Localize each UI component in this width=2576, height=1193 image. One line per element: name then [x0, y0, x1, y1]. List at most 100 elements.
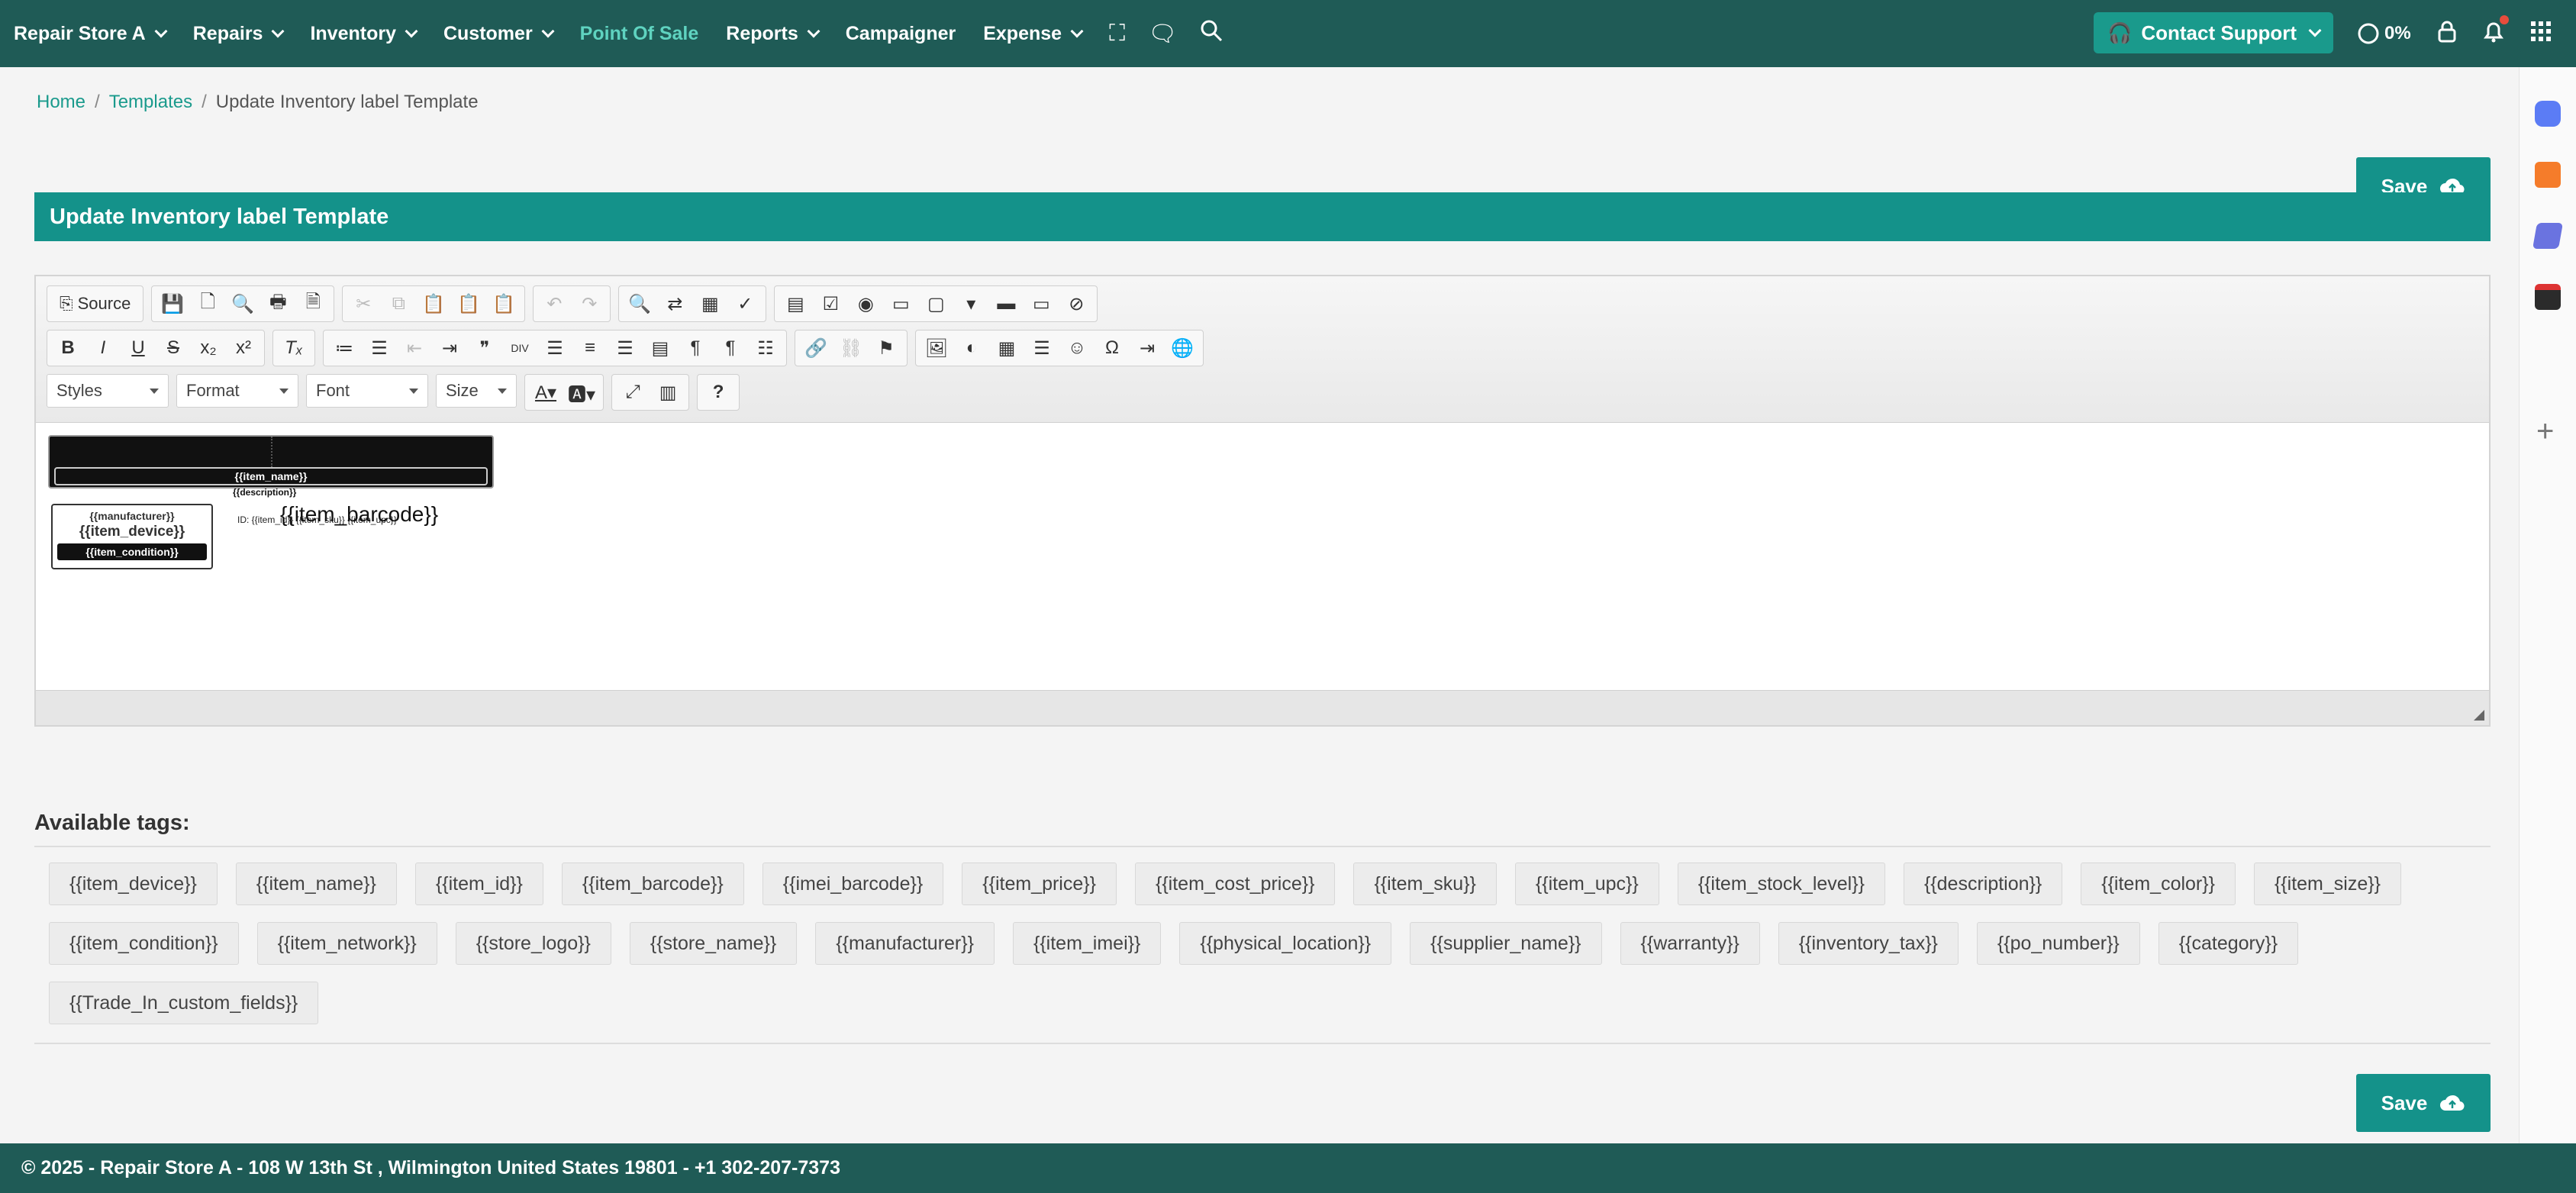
bold-icon[interactable]: B [52, 333, 84, 363]
tag-chip[interactable]: {{item_upc}} [1514, 863, 1659, 905]
tag-chip[interactable]: {{store_logo}} [455, 922, 611, 965]
table-icon[interactable]: ▦ [991, 333, 1023, 363]
numbered-list-icon[interactable]: ≔ [328, 333, 360, 363]
bulleted-list-icon[interactable]: ☰ [363, 333, 395, 363]
tag-chip[interactable]: {{item_name}} [235, 863, 397, 905]
textarea-icon[interactable]: ▢ [920, 289, 952, 319]
resize-handle-icon[interactable] [2474, 710, 2484, 721]
lock-icon[interactable] [2437, 20, 2457, 48]
tag-chip[interactable]: {{imei_barcode}} [762, 863, 944, 905]
layers-icon[interactable] [2532, 223, 2563, 249]
print-icon[interactable]: 🖶 [262, 289, 294, 319]
maximize-icon[interactable]: ⤢ [617, 377, 649, 408]
special-char-icon[interactable]: Ω [1096, 333, 1128, 363]
remove-format-icon[interactable]: Tₓ [278, 333, 310, 363]
justify-icon[interactable]: ▤ [644, 333, 676, 363]
bg-color-icon[interactable]: 🅰▾ [565, 377, 598, 408]
progress-indicator[interactable]: 0% [2357, 22, 2411, 45]
align-right-icon[interactable]: ☰ [609, 333, 641, 363]
paste-icon[interactable]: 📋 [418, 289, 450, 319]
nav-repairs[interactable]: Repairs [193, 23, 285, 45]
breadcrumb-home[interactable]: Home [37, 92, 85, 113]
tag-chip[interactable]: {{manufacturer}} [815, 922, 995, 965]
strikethrough-icon[interactable]: S [157, 333, 189, 363]
new-page-icon[interactable]: 🗋 [192, 289, 224, 319]
tag-chip[interactable]: {{category}} [2158, 922, 2299, 965]
checkbox-icon[interactable]: ☑ [814, 289, 846, 319]
tag-chip[interactable]: {{store_name}} [629, 922, 798, 965]
templates-icon[interactable]: 🗎 [297, 289, 329, 319]
notifications-bell-icon[interactable] [2483, 15, 2509, 48]
format-combo[interactable]: Format [176, 374, 298, 408]
paste-text-icon[interactable]: 📋 [453, 289, 485, 319]
undo-icon[interactable]: ↶ [538, 289, 570, 319]
tag-chip[interactable]: {{item_id}} [414, 863, 543, 905]
tag-chip[interactable]: {{item_cost_price}} [1134, 863, 1336, 905]
search-icon[interactable] [1200, 19, 1223, 48]
rtl-icon[interactable]: ¶ [714, 333, 746, 363]
save-doc-icon[interactable]: 💾 [156, 289, 189, 319]
tag-chip[interactable]: {{warranty}} [1620, 922, 1760, 965]
image-button-icon[interactable]: ▭ [1025, 289, 1057, 319]
indent-icon[interactable]: ⇥ [434, 333, 466, 363]
spellcheck-icon[interactable]: ✓ [729, 289, 761, 319]
tag-chip[interactable]: {{supplier_name}} [1410, 922, 1602, 965]
save-button-bottom[interactable]: Save [2356, 1074, 2491, 1132]
replace-icon[interactable]: ⇄ [659, 289, 691, 319]
radio-icon[interactable]: ◉ [850, 289, 882, 319]
size-combo[interactable]: Size [436, 374, 517, 408]
flash-icon[interactable]: ◐ [956, 333, 988, 363]
wallet-icon[interactable] [2535, 284, 2561, 310]
image-icon[interactable]: 🖼 [920, 333, 953, 363]
find-icon[interactable]: 🔍 [624, 289, 656, 319]
nav-expense[interactable]: Expense [983, 23, 1084, 45]
nav-point-of-sale[interactable]: Point Of Sale [580, 23, 699, 45]
smiley-icon[interactable]: ☺ [1061, 333, 1093, 363]
nav-customer[interactable]: Customer [443, 23, 555, 45]
anchor-flag-icon[interactable]: ⚑ [870, 333, 902, 363]
tag-chip[interactable]: {{item_network}} [256, 922, 437, 965]
button-field-icon[interactable]: ▬ [990, 289, 1022, 319]
tag-chip[interactable]: {{item_sku}} [1353, 863, 1497, 905]
scan-icon[interactable]: ⛶ [1109, 21, 1125, 47]
hidden-field-icon[interactable]: ⊘ [1060, 289, 1092, 319]
source-button[interactable]: ⎘ Source [52, 289, 138, 319]
create-div-icon[interactable]: DIV [504, 333, 536, 363]
form-icon[interactable]: ▤ [779, 289, 811, 319]
tag-chip[interactable]: {{physical_location}} [1179, 922, 1392, 965]
chat-bubbles-icon[interactable] [2535, 101, 2561, 127]
align-center-icon[interactable]: ≡ [574, 333, 606, 363]
align-left-icon[interactable]: ☰ [539, 333, 571, 363]
tag-chip[interactable]: {{po_number}} [1976, 922, 2140, 965]
nav-reports[interactable]: Reports [726, 23, 821, 45]
italic-icon[interactable]: I [87, 333, 119, 363]
font-combo[interactable]: Font [306, 374, 428, 408]
select-field-icon[interactable]: ▾ [955, 289, 987, 319]
iframe-icon[interactable]: 🌐 [1166, 333, 1198, 363]
tag-chip[interactable]: {{item_condition}} [49, 922, 239, 965]
nav-campaigner[interactable]: Campaigner [846, 23, 956, 45]
redo-icon[interactable]: ↷ [573, 289, 605, 319]
tag-chip[interactable]: {{item_device}} [49, 863, 218, 905]
tag-chip[interactable]: {{item_size}} [2253, 863, 2401, 905]
unlink-icon[interactable]: ⛓ [835, 333, 867, 363]
blockquote-icon[interactable]: ❞ [469, 333, 501, 363]
cut-icon[interactable]: ✂ [347, 289, 379, 319]
editor-content[interactable]: {{item_name}} {{description}} {{manufact… [36, 423, 2489, 692]
link-icon[interactable]: 🔗 [800, 333, 832, 363]
horizontal-line-icon[interactable]: ☰ [1026, 333, 1058, 363]
copy-icon[interactable]: ⧉ [382, 289, 414, 319]
tag-chip[interactable]: {{item_price}} [962, 863, 1117, 905]
tag-chip[interactable]: {{inventory_tax}} [1778, 922, 1959, 965]
breadcrumb-templates[interactable]: Templates [109, 92, 192, 113]
tag-chip[interactable]: {{Trade_In_custom_fields}} [49, 982, 319, 1024]
chat-icon[interactable]: 🗨 [1148, 21, 1177, 47]
sticky-note-icon[interactable] [2535, 162, 2561, 188]
show-blocks-icon[interactable]: ▥ [652, 377, 684, 408]
tag-chip[interactable]: {{item_color}} [2081, 863, 2236, 905]
plus-icon[interactable]: + [2536, 414, 2554, 449]
preview-icon[interactable]: 🔍 [227, 289, 259, 319]
subscript-icon[interactable]: x₂ [192, 333, 224, 363]
tag-chip[interactable]: {{item_stock_level}} [1677, 863, 1885, 905]
contact-support-button[interactable]: 🎧 Contact Support [2094, 12, 2333, 53]
